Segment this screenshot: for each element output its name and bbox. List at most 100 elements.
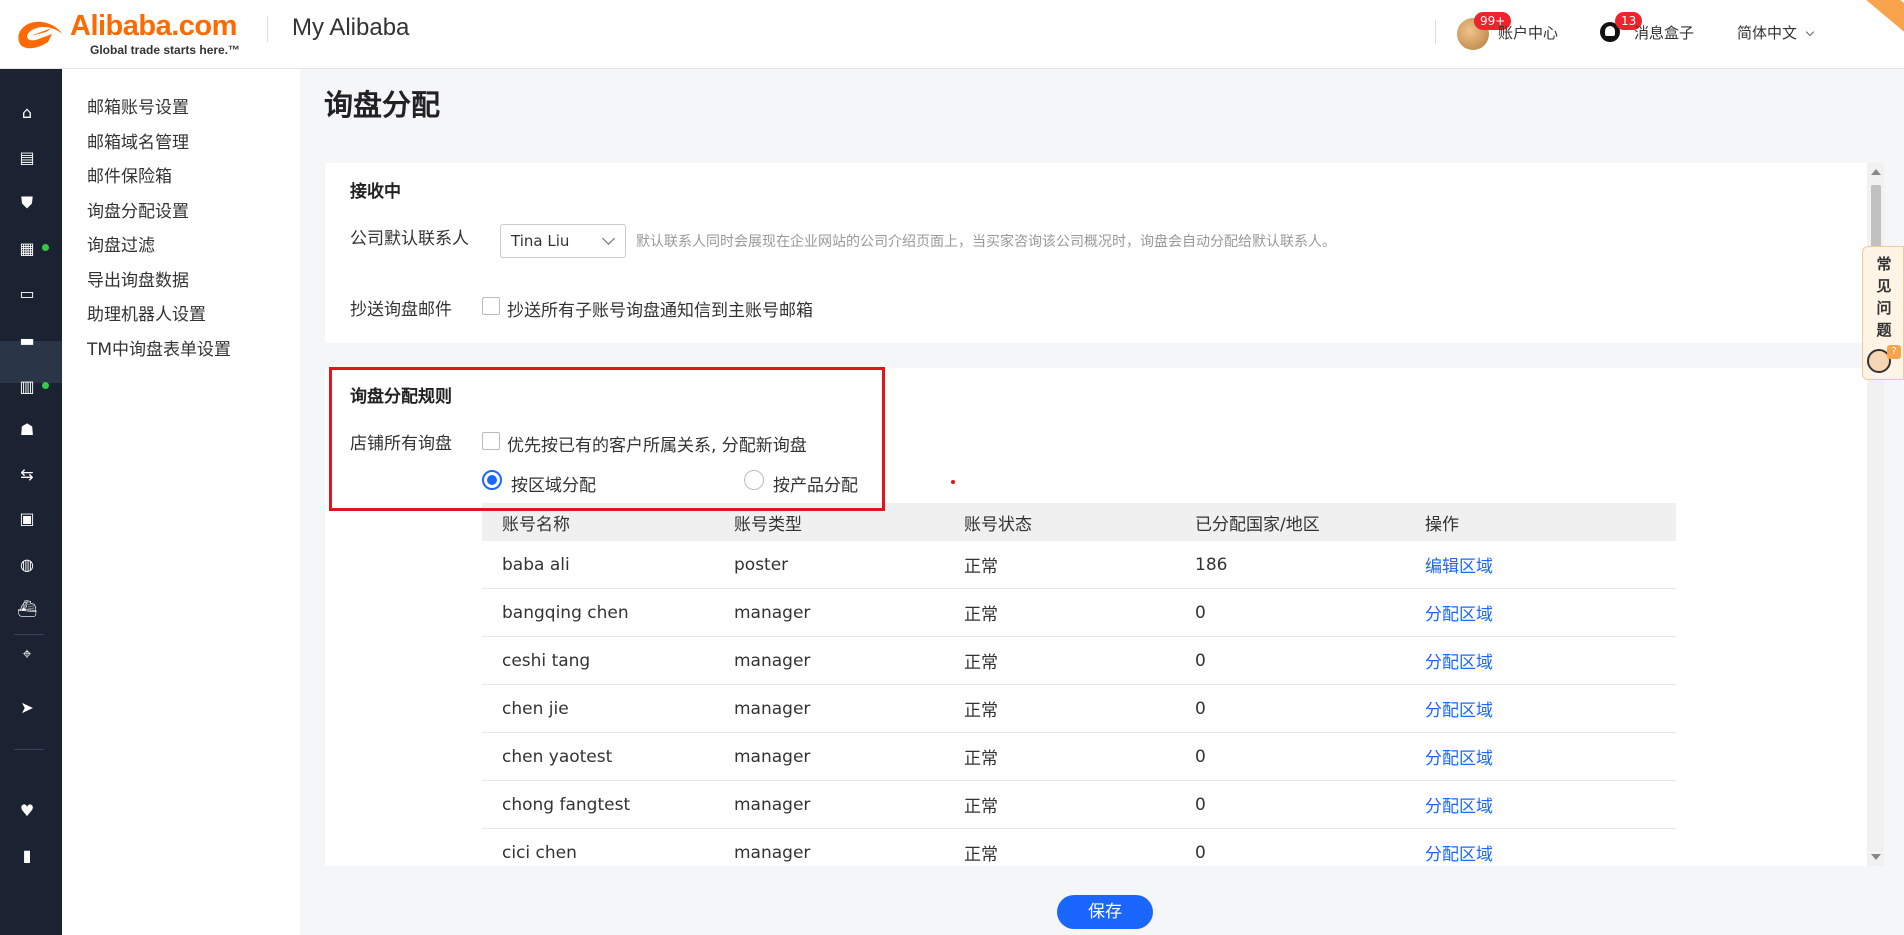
header-actions: 操作 (1425, 514, 1459, 535)
send-icon[interactable]: ➤ (17, 698, 37, 718)
assign-region-link[interactable]: 分配区域 (1425, 637, 1493, 684)
table-row: baba ali poster 正常 186 编辑区域 (482, 541, 1676, 589)
assigned-count: 0 (1195, 794, 1206, 815)
sidebar-item-mail-vault[interactable]: 邮件保险箱 (87, 162, 172, 187)
sidebar-item-mail-domain[interactable]: 邮箱域名管理 (87, 128, 189, 153)
account-type: poster (734, 554, 789, 575)
ship-icon[interactable]: ⛴ (17, 599, 37, 619)
header-separator (1435, 20, 1436, 44)
annotation-dot (951, 480, 955, 484)
sidebar-item-tm-form[interactable]: TM中询盘表单设置 (87, 335, 231, 360)
account-type: manager (734, 602, 811, 623)
bank-icon[interactable]: ⌖ (17, 644, 37, 664)
account-status: 正常 (964, 557, 998, 577)
header-account-name: 账号名称 (502, 514, 570, 535)
customers-icon[interactable]: ☗ (17, 420, 37, 440)
scroll-up-icon[interactable] (1871, 169, 1881, 175)
account-name: chen yaotest (502, 746, 613, 767)
assign-region-link[interactable]: 分配区域 (1425, 829, 1493, 866)
store-icon[interactable]: ▤ (17, 148, 37, 168)
question-icon: ? (1887, 345, 1901, 359)
table-row: chong fangtest manager 正常 0 分配区域 (482, 781, 1676, 829)
by-product-radio[interactable] (744, 470, 764, 490)
table-row: ceshi tang manager 正常 0 分配区域 (482, 637, 1676, 685)
by-product-label[interactable]: 按产品分配 (773, 471, 858, 496)
message-box-link[interactable]: 消息盒子 (1634, 22, 1694, 43)
alibaba-logo[interactable]: Alibaba.com Global trade starts here.™ (12, 10, 252, 57)
default-contact-select[interactable]: Tina Liu (500, 224, 626, 258)
bar-chart-icon[interactable]: ▥ (17, 377, 37, 397)
faq-tab[interactable]: 常见问题 ? (1862, 246, 1904, 380)
assigned-count: 0 (1195, 746, 1206, 767)
assign-region-link[interactable]: 分配区域 (1425, 733, 1493, 780)
account-name: cici chen (502, 842, 577, 863)
account-type: manager (734, 794, 811, 815)
scroll-down-icon[interactable] (1871, 854, 1881, 860)
sidebar-item-inquiry-filter[interactable]: 询盘过滤 (87, 231, 155, 256)
account-name: baba ali (502, 554, 570, 575)
chat-icon[interactable]: ▬ (17, 331, 37, 351)
header-divider (267, 16, 268, 42)
assigned-count: 0 (1195, 602, 1206, 623)
by-region-radio[interactable] (482, 470, 502, 490)
apps-notify-dot (42, 244, 49, 251)
briefcase-icon[interactable]: ▮ (17, 846, 37, 866)
cc-email-label: 抄送询盘邮件 (350, 300, 452, 320)
account-name: chen jie (502, 698, 569, 719)
account-type: manager (734, 842, 811, 863)
account-center-link[interactable]: 账户中心 (1498, 22, 1558, 43)
chart-notify-dot (42, 382, 49, 389)
account-status: 正常 (964, 605, 998, 625)
save-button[interactable]: 保存 (1057, 895, 1153, 929)
logo-wordmark: Alibaba.com (70, 10, 237, 42)
assigned-count: 186 (1195, 554, 1228, 575)
receiving-card: 接收中 公司默认联系人 Tina Liu 默认联系人同时会展现在企业网站的公司介… (325, 163, 1867, 343)
sidebar-item-export-inquiry[interactable]: 导出询盘数据 (87, 266, 189, 291)
default-contact-value: Tina Liu (511, 232, 570, 250)
page-title: 询盘分配 (324, 88, 441, 122)
chevron-down-icon (602, 232, 615, 245)
clipboard-icon[interactable]: ▣ (17, 509, 37, 529)
corner-ribbon[interactable] (1844, 0, 1904, 52)
account-type: manager (734, 746, 811, 767)
store-inquiry-label: 店铺所有询盘 (350, 434, 452, 454)
by-region-label[interactable]: 按区域分配 (511, 471, 596, 496)
alibaba-logo-icon (18, 21, 62, 49)
account-name: chong fangtest (502, 794, 631, 815)
sidebar-item-inquiry-assign[interactable]: 询盘分配设置 (87, 197, 189, 222)
default-contact-hint: 默认联系人同时会展现在企业网站的公司介绍页面上，当买家咨询该公司概况时，询盘会自… (636, 234, 1336, 250)
header-assigned-regions: 已分配国家/地区 (1195, 514, 1320, 535)
cc-email-checkbox[interactable] (482, 297, 500, 315)
assign-region-link[interactable]: 分配区域 (1425, 685, 1493, 732)
assign-region-link[interactable]: 分配区域 (1425, 589, 1493, 636)
sidebar-item-assistant-bot[interactable]: 助理机器人设置 (87, 300, 206, 325)
account-status: 正常 (964, 749, 998, 769)
rules-card: 询盘分配规则 店铺所有询盘 优先按已有的客户所属关系, 分配新询盘 按区域分配 … (325, 368, 1867, 866)
receiving-title: 接收中 (350, 182, 401, 202)
account-type: manager (734, 698, 811, 719)
shield-icon[interactable]: ⛊ (17, 193, 37, 213)
assigned-count: 0 (1195, 650, 1206, 671)
sidebar-item-mail-account[interactable]: 邮箱账号设置 (87, 93, 189, 118)
header-account-status: 账号状态 (964, 514, 1032, 535)
header-title[interactable]: My Alibaba (292, 14, 409, 42)
assigned-count: 0 (1195, 842, 1206, 863)
message-icon[interactable]: ▭ (17, 284, 37, 304)
table-header: 账号名称 账号类型 账号状态 已分配国家/地区 操作 (482, 503, 1676, 541)
cc-email-option[interactable]: 抄送所有子账号询盘通知信到主账号邮箱 (507, 296, 813, 321)
header-account-type: 账号类型 (734, 514, 802, 535)
account-name: bangqing chen (502, 602, 629, 623)
apps-icon[interactable]: ▦ (17, 239, 37, 259)
edit-region-link[interactable]: 编辑区域 (1425, 541, 1493, 588)
globe-icon[interactable]: ◍ (17, 555, 37, 575)
assigned-count: 0 (1195, 698, 1206, 719)
priority-checkbox[interactable] (482, 432, 500, 450)
priority-option[interactable]: 优先按已有的客户所属关系, 分配新询盘 (507, 431, 807, 456)
assign-region-link[interactable]: 分配区域 (1425, 781, 1493, 828)
home-icon[interactable]: ⌂ (17, 103, 37, 123)
language-selector[interactable]: 简体中文 (1737, 22, 1815, 43)
heart-icon[interactable]: ♥ (17, 801, 37, 821)
top-header: Alibaba.com Global trade starts here.™ M… (0, 0, 1904, 69)
flow-icon[interactable]: ⇆ (17, 465, 37, 485)
account-status: 正常 (964, 797, 998, 817)
